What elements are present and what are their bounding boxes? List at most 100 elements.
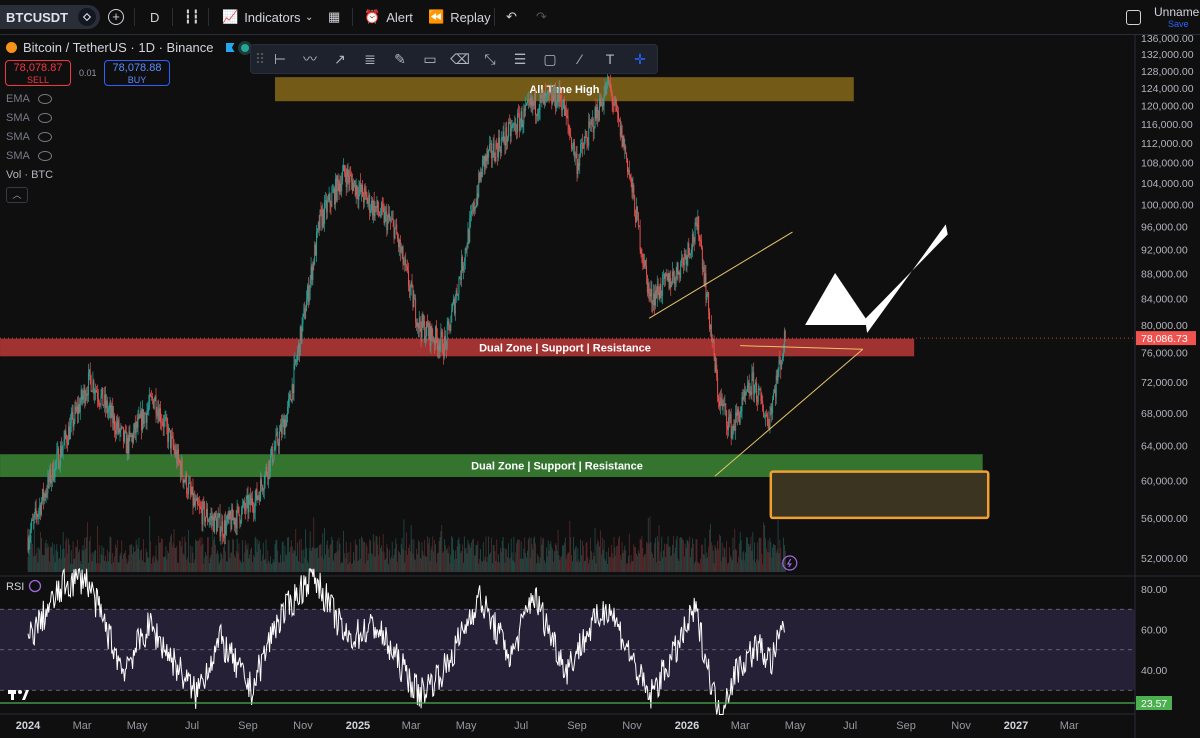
candle-body [408,286,410,292]
volume-bar [549,544,551,572]
volume-bar [653,557,655,572]
volume-bar [419,557,421,572]
buy-button[interactable]: 78,078.88 BUY [104,60,170,86]
volume-bar [757,560,759,572]
eye-off-icon[interactable] [37,94,52,104]
volume-bar [650,542,652,572]
indicator-sma-3[interactable]: SMA [6,150,52,162]
candle-body [452,303,454,311]
candle-body [602,105,604,108]
price-chart[interactable]: All Time HighDual Zone | Support | Resis… [0,0,1200,738]
drag-handle-icon[interactable]: ⠿ [251,50,269,68]
candle-body [310,266,312,280]
volume-bar [416,548,417,572]
volume-bar [779,539,781,572]
candle-body [444,336,445,357]
candle-body [181,460,183,476]
volume-bar [383,552,385,572]
volume-bar [669,546,671,572]
volume-bar [129,545,131,572]
volume-bar [245,544,247,572]
candle-body [279,424,281,432]
candle-body [635,215,637,223]
volume-bar [555,545,557,572]
candle-body [182,475,184,483]
collapse-legend-button[interactable]: ︿ [6,187,28,203]
arrow-tool-icon[interactable]: ↗ [331,50,349,68]
candle-body [627,169,629,173]
candle-body [729,414,731,419]
candle-body [631,178,633,193]
eye-off-icon[interactable] [37,113,52,123]
volume-bar [110,537,112,572]
candle-body [206,509,207,517]
volume-bar [443,551,444,572]
volume-bar [510,538,512,572]
eraser-tool-icon[interactable]: ⌫ [450,50,470,68]
volume-bar [711,545,713,572]
candle-body [387,217,389,231]
candle-body [259,494,261,502]
text-tool-icon[interactable]: T [601,50,619,68]
candle-body [565,107,567,117]
volume-bar [113,562,115,572]
candle-body [35,508,37,515]
candle-body [362,184,363,197]
volume-bar [31,535,33,572]
candle-body [360,182,362,193]
measure-tool-icon[interactable]: ⤡ [481,50,499,68]
candle-body [27,537,29,550]
indicator-sma-2[interactable]: SMA [6,131,52,143]
sell-button[interactable]: 78,078.87 SELL [5,60,71,86]
volume-bar [305,529,307,572]
eye-off-icon[interactable] [37,132,52,142]
fib-tool-icon[interactable]: ≣ [361,50,379,68]
horizontal-ray-icon[interactable]: ⊢ [271,50,289,68]
crosshair-tool-icon[interactable]: ✛ [631,50,649,68]
volume-bar [95,549,97,572]
candle-body [517,113,518,133]
volume-bar [548,550,550,572]
candle-body [649,294,651,297]
candle-body [171,435,173,437]
volume-bar [42,554,44,572]
candle-body [590,123,591,125]
flag-icon[interactable] [225,43,235,52]
volume-bar [480,549,481,572]
parallel-channel-icon[interactable]: ☰ [511,50,529,68]
indicator-sma-1[interactable]: SMA [6,112,52,124]
candle-body [52,463,54,481]
time-tick-label: 2025 [346,720,370,732]
indicator-volume[interactable]: Vol · BTC [6,169,53,181]
callout-tool-icon[interactable]: ▭ [421,50,439,68]
candle-body [457,294,459,296]
candle-body [76,406,78,411]
volume-bars [27,516,786,572]
volume-bar [247,543,249,572]
volume-bar [169,542,170,572]
volume-bar [463,536,465,572]
path-tool-icon[interactable]: 〰 [301,50,319,68]
volume-bar [624,545,626,572]
candle-body [692,234,694,242]
rectangle-tool-icon[interactable]: ▢ [541,50,559,68]
candle-body [327,199,329,202]
candle-body [394,227,396,239]
candle-body [616,103,618,112]
brush-tool-icon[interactable]: ✎ [391,50,409,68]
indicator-ema[interactable]: EMA [6,93,52,105]
volume-bar [211,546,213,572]
volume-bar [554,543,556,572]
volume-bar [743,551,745,572]
candle-body [693,241,695,243]
time-tick-label: Jul [843,720,857,732]
volume-bar [554,551,555,572]
volume-bar [181,536,183,572]
volume-bar [527,550,528,572]
candle-body [331,192,333,207]
eye-off-icon[interactable] [37,151,52,161]
volume-bar [144,562,146,572]
trendline-tool-icon[interactable]: ⁄ [571,50,589,68]
candle-body [317,222,319,229]
candle-body [431,326,433,336]
